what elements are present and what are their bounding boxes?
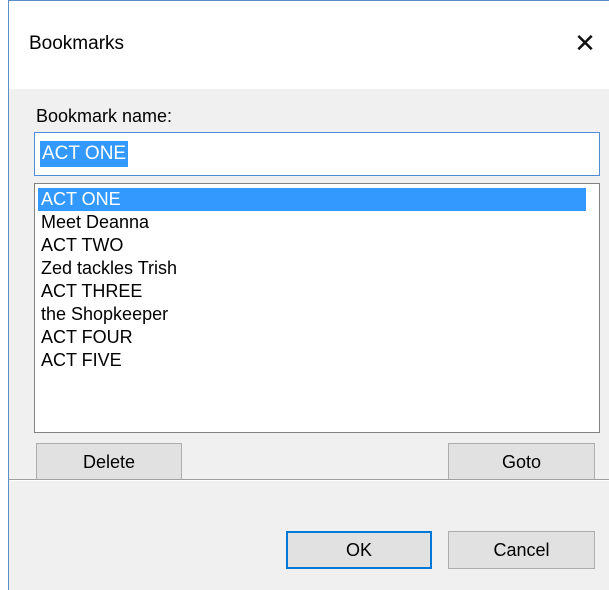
ok-button[interactable]: OK [286,531,432,569]
title-bar[interactable]: Bookmarks ✕ [9,1,609,89]
dialog-title: Bookmarks [29,33,125,54]
list-item[interactable]: ACT FOUR [38,326,586,349]
bookmark-name-label: Bookmark name: [36,106,173,126]
list-item[interactable]: the Shopkeeper [38,303,586,326]
list-item[interactable]: ACT TWO [38,234,586,257]
list-item[interactable]: Zed tackles Trish [38,257,586,280]
list-item[interactable]: ACT THREE [38,280,586,303]
list-item[interactable]: Meet Deanna [38,211,586,234]
goto-button[interactable]: Goto [448,443,595,481]
close-icon[interactable]: ✕ [561,21,609,67]
bookmark-name-input[interactable]: ACT ONE [34,132,600,176]
bookmark-name-value: ACT ONE [40,141,129,167]
delete-button[interactable]: Delete [36,443,182,481]
bookmark-list[interactable]: ACT ONE Meet Deanna ACT TWO Zed tackles … [34,183,600,433]
cancel-button[interactable]: Cancel [448,531,595,569]
list-item[interactable]: ACT ONE [38,188,586,211]
divider-highlight [9,480,609,481]
bookmarks-dialog: Bookmarks ✕ Bookmark name: ACT ONE ACT O… [8,0,609,590]
list-item[interactable]: ACT FIVE [38,349,586,372]
